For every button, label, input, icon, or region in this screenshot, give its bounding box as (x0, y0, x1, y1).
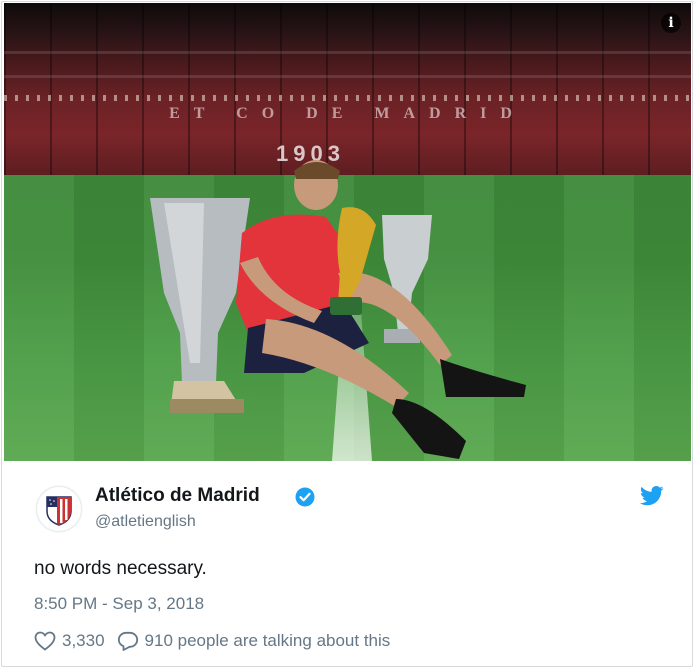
photo-subject (150, 160, 526, 459)
tweet-photo[interactable]: ET CO DE MADRID 1903 i (4, 3, 691, 461)
heart-icon[interactable] (34, 631, 56, 651)
club-crest-icon (46, 496, 72, 526)
tweet-text: no words necessary. (34, 558, 207, 579)
europa-trophy-shape (150, 198, 250, 413)
author-avatar[interactable] (36, 486, 82, 532)
info-icon[interactable]: i (661, 13, 681, 33)
verified-badge-icon (295, 487, 315, 507)
author-handle[interactable]: @atletienglish (95, 513, 196, 531)
player-shape (236, 160, 526, 459)
tweet-timestamp[interactable]: 8:50 PM - Sep 3, 2018 (34, 594, 204, 614)
twitter-bird-icon[interactable] (640, 486, 664, 506)
embedded-tweet-card: ET CO DE MADRID 1903 i Atlético de Madri… (1, 1, 693, 667)
reply-conversation-link[interactable]: 910 people are talking about this (145, 631, 391, 651)
reply-bubble-icon[interactable] (117, 631, 139, 651)
tweet-actions: 3,330 910 people are talking about this (34, 630, 390, 652)
author-name[interactable]: Atlético de Madrid (95, 485, 260, 507)
like-count[interactable]: 3,330 (62, 631, 105, 651)
